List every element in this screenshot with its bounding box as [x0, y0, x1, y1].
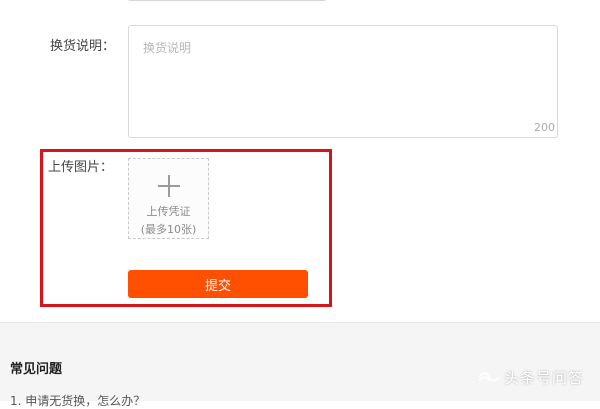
description-field-container: 200 — [128, 25, 558, 138]
char-limit-counter: 200 — [534, 121, 555, 134]
upload-image-button[interactable]: 上传凭证 (最多10张) — [128, 158, 209, 239]
watermark-text: 头条号问答 — [504, 368, 585, 387]
watermark: 头条号问答 — [478, 366, 584, 388]
faq-item[interactable]: 1. 申请无货换，怎么办？ — [10, 393, 145, 409]
previous-field-edge — [128, 0, 326, 1]
toutiao-logo-icon — [478, 372, 500, 382]
upload-limit-note: (最多10张) — [140, 223, 197, 236]
faq-title: 常见问题 — [10, 362, 63, 377]
plus-icon — [158, 175, 180, 197]
upload-label: 上传图片： — [48, 160, 114, 175]
submit-button[interactable]: 提交 — [128, 270, 308, 298]
description-label: 换货说明： — [50, 39, 116, 54]
description-textarea[interactable] — [129, 26, 557, 137]
upload-button-label: 上传凭证 — [146, 205, 191, 218]
faq-section: 常见问题 1. 申请无货换，怎么办？ — [0, 322, 600, 408]
